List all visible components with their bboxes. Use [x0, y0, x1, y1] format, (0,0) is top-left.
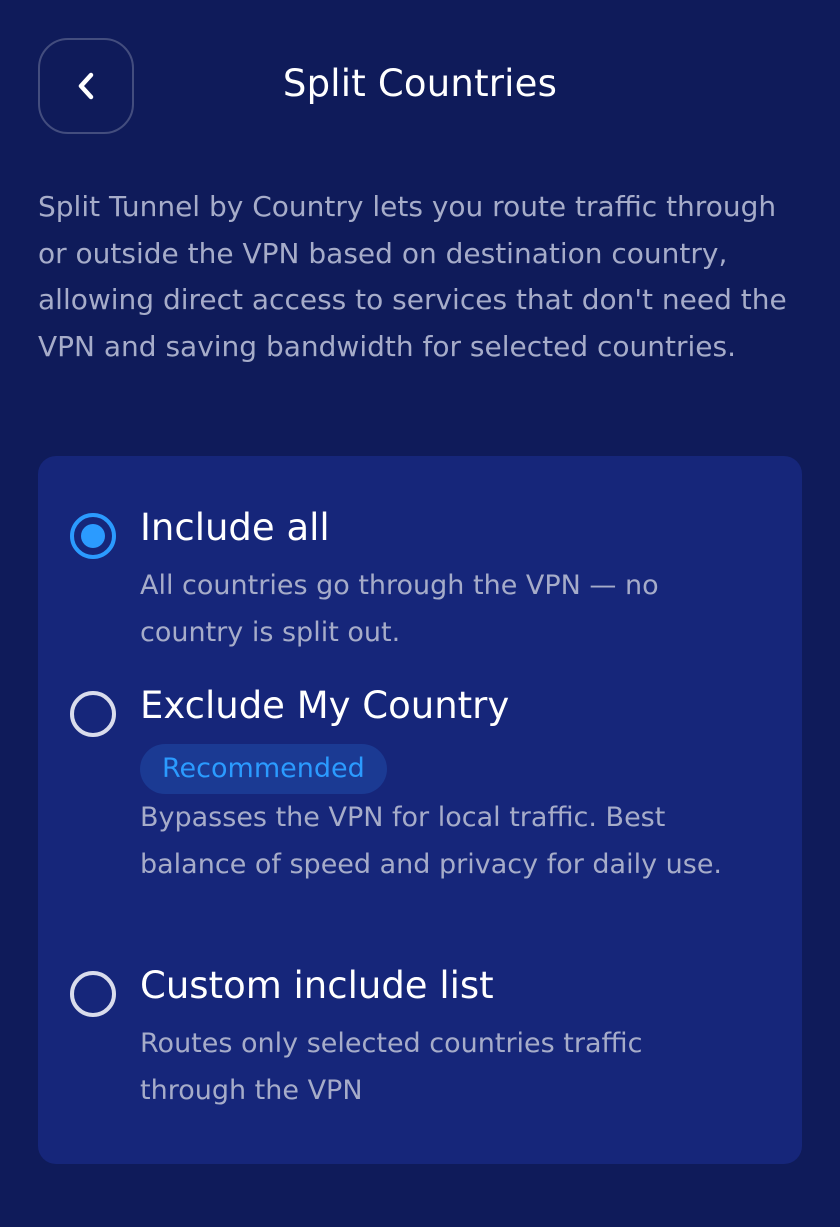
split-mode-card: Include all All countries go through the…	[38, 456, 802, 1164]
option-include-all[interactable]: Include all All countries go through the…	[38, 506, 802, 656]
radio-include-all[interactable]	[70, 513, 116, 559]
header: Split Countries	[0, 0, 840, 176]
radio-custom-include-list[interactable]	[70, 971, 116, 1017]
radio-exclude-my-country[interactable]	[70, 691, 116, 737]
option-custom-include-list[interactable]: Custom include list Routes only selected…	[38, 964, 802, 1114]
option-description: All countries go through the VPN — no co…	[140, 570, 659, 648]
page-description: Split Tunnel by Country lets you route t…	[38, 190, 787, 363]
option-title: Exclude My Country	[140, 684, 510, 727]
option-description: Routes only selected countries traffic t…	[140, 1028, 643, 1106]
option-title: Custom include list	[140, 964, 494, 1007]
option-description: Bypasses the VPN for local traffic. Best…	[140, 802, 723, 880]
page-title: Split Countries	[282, 62, 558, 105]
option-title: Include all	[140, 506, 330, 549]
recommended-badge: Recommended	[140, 744, 387, 794]
option-exclude-my-country[interactable]: Exclude My Country Recommended Bypasses …	[38, 684, 802, 924]
